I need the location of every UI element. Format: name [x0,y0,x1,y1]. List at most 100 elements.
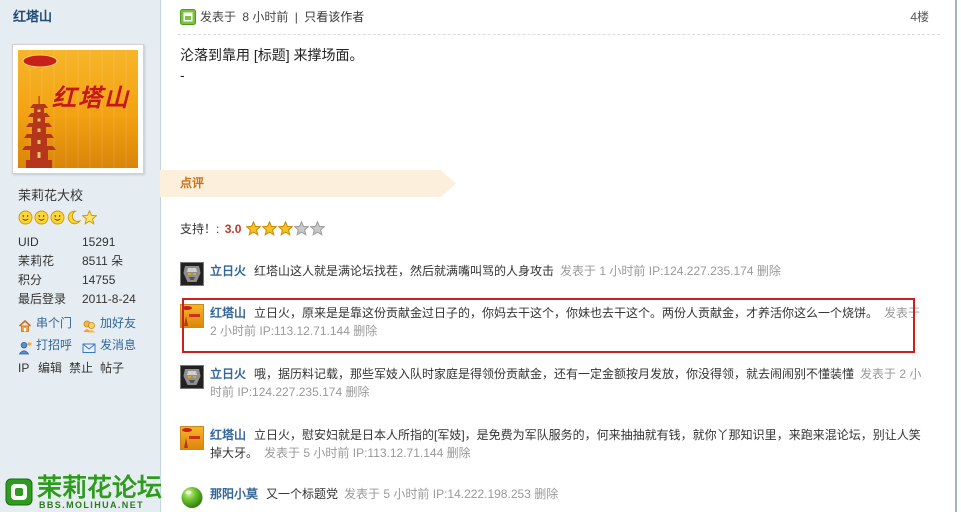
comment-author-link[interactable]: 立日火 [210,264,246,278]
comments-tab: 点评 [160,170,456,197]
star-filled-icon [246,221,261,237]
online-status-icon [180,9,196,25]
comment-text: 立日火，原来是是靠这份贡献金过日子的，你妈去干这个，你妹也去干这个。两份人贡献金… [254,306,879,320]
star-icon [82,210,97,226]
comment-posted-label: 发表于 [860,367,897,381]
stat-row-last-login: 最后登录 2011-8-24 [18,290,153,309]
comment-avatar[interactable] [180,485,204,509]
post-content-text: 沦落到靠用 [标题] 来撑场面。 [180,47,364,63]
stat-row-uid: UID 15291 [18,233,153,252]
stat-row-points: 积分 14755 [18,271,153,290]
comment-avatar[interactable] [180,304,204,328]
comment-item: 红塔山 立日火，原来是是靠这份贡献金过日子的，你妈去干这个，你妹也去干这个。两份人… [180,298,932,353]
posted-label: 发表于 [200,10,237,24]
comment-meta: 发表于 5 小时前 IP:113.12.71.144 删除 [264,446,471,460]
add-friend-label: 加好友 [100,316,137,330]
stat-value: 8511 朵 [82,254,124,268]
floor-number[interactable]: 4楼 [910,9,929,25]
admin-posts-link[interactable]: 帖子 [100,360,124,376]
comment-posted-label: 发表于 [884,306,921,320]
post-trailing-line: - [180,67,185,83]
forum-logo[interactable]: 茉莉花论坛 BBS.MOLIHUA.NET [4,474,168,512]
star-filled-icon [262,221,277,237]
forum-logo-icon [5,478,33,506]
comment-item: 红塔山 立日火，慰安妇就是日本人所指的[军妓]，是免费为军队服务的，何来抽抽就有钱… [180,426,932,462]
comment-body: 立日火 哦，据历料记载，那些军妓入队时家庭是得领份贡献金，还有一定金额按月发放，你… [210,365,930,401]
star-filled-icon [278,221,293,237]
comment-posted-label: 发表于 [560,264,597,278]
post-meta: 发表于 8 小时前 | 只看该作者 [200,9,367,25]
post-right-border [955,0,957,512]
forum-logo-name: 茉莉花论坛 [37,474,163,502]
avatar-image: 红塔山 [18,50,138,168]
smile-icon [34,210,49,225]
author-avatar[interactable]: 红塔山 [12,44,144,174]
comment-author-link[interactable]: 那阳小莫 [210,487,258,501]
comment-text: 又一个标题党 [266,487,339,501]
comment-author-link[interactable]: 红塔山 [210,428,246,442]
stat-value: 2011-8-24 [82,292,136,306]
support-score: 3.0 [224,222,242,236]
stat-label: 茉莉花 [18,254,55,268]
admin-ip-link[interactable]: IP [18,360,29,376]
send-message-link[interactable]: 发消息 [82,336,136,354]
green-ball-avatar [180,485,204,509]
comment-posted-label: 发表于 [264,446,301,460]
comment-author-link[interactable]: 红塔山 [210,306,246,320]
meta-separator: | [294,10,298,24]
add-friend-icon [82,316,96,333]
comment-avatar[interactable] [180,426,204,450]
comment-delete-link[interactable]: 删除 [447,446,471,460]
cigarette-pack-avatar [180,304,204,328]
comment-time: 2 小时前 [210,324,257,338]
comment-delete-link[interactable]: 删除 [353,324,377,338]
stat-value: 14755 [82,273,116,287]
add-friend-link[interactable]: 加好友 [82,314,137,333]
post-header-divider [178,34,940,35]
comment-body: 红塔山 立日火，慰安妇就是日本人所指的[军妓]，是免费为军队服务的，何来抽抽就有钱… [210,426,930,462]
comment-author-link[interactable]: 立日火 [210,367,246,381]
moon-icon [66,210,81,225]
comment-time: 1 小时前 [599,264,646,278]
posted-time: 8 小时前 [242,10,289,24]
comment-ip: IP:113.12.71.144 [352,446,444,460]
comment-item: 那阳小莫 又一个标题党 发表于 5 小时前 IP:14.222.198.253 删除 [180,485,932,509]
comment-delete-link[interactable]: 删除 [345,385,369,399]
smile-icon [18,210,33,225]
comment-avatar[interactable] [180,262,204,286]
avatar-brand-text: 红塔山 [52,83,130,112]
author-sidebar: 红塔山 红塔山 茉莉花大校 UID 15291 茉莉花 8511 朵 积分 14… [0,0,161,512]
comments-tab-label: 点评 [180,176,205,190]
greet-label: 打招呼 [36,338,73,352]
greet-icon [18,338,32,355]
post-body: 沦落到靠用 [标题] 来撑场面。 - [180,45,920,85]
admin-ban-link[interactable]: 禁止 [69,360,93,376]
action-row: 串个门 加好友 [18,314,156,336]
robot-emblem-avatar [180,365,204,389]
rating-stars [246,221,326,237]
smile-icon [50,210,65,225]
only-author-link[interactable]: 只看该作者 [304,10,364,24]
star-empty-icon [294,221,309,237]
comment-meta: 发表于 5 小时前 IP:14.222.198.253 删除 [344,487,558,501]
comment-meta: 发表于 1 小时前 IP:124.227.235.174 删除 [560,264,781,278]
comment-ip: IP:124.227.235.174 [648,264,754,278]
comment-item: 立日火 红塔山这人就是满论坛找茬，然后就满嘴叫骂的人身攻击 发表于 1 小时前 IP… [180,262,932,286]
comment-text: 哦，据历料记载，那些军妓入队时家庭是得领份贡献金，还有一定金额按月发放，你没得领… [254,367,855,381]
stat-label: 最后登录 [18,292,67,306]
comment-body: 立日火 红塔山这人就是满论坛找茬，然后就满嘴叫骂的人身攻击 发表于 1 小时前 IP… [210,262,930,280]
house-icon [18,316,32,332]
rank-title: 茉莉花大校 [18,188,84,203]
greet-link[interactable]: 打招呼 [18,336,73,355]
comment-avatar[interactable] [180,365,204,389]
admin-edit-link[interactable]: 编辑 [38,360,62,376]
author-name-link[interactable]: 红塔山 [13,9,52,25]
support-rating: 支持！: 3.0 [180,221,241,237]
comment-delete-link[interactable]: 删除 [534,487,558,501]
comment-delete-link[interactable]: 删除 [757,264,781,278]
support-label: 支持！: [180,222,220,236]
comment-body: 那阳小莫 又一个标题党 发表于 5 小时前 IP:14.222.198.253 删除 [210,485,930,503]
visit-home-link[interactable]: 串个门 [18,314,72,332]
comment-item: 立日火 哦，据历料记载，那些军妓入队时家庭是得领份贡献金，还有一定金额按月发放，你… [180,365,932,401]
comment-body: 红塔山 立日火，原来是是靠这份贡献金过日子的，你妈去干这个，你妹也去干这个。两份人… [210,304,930,340]
